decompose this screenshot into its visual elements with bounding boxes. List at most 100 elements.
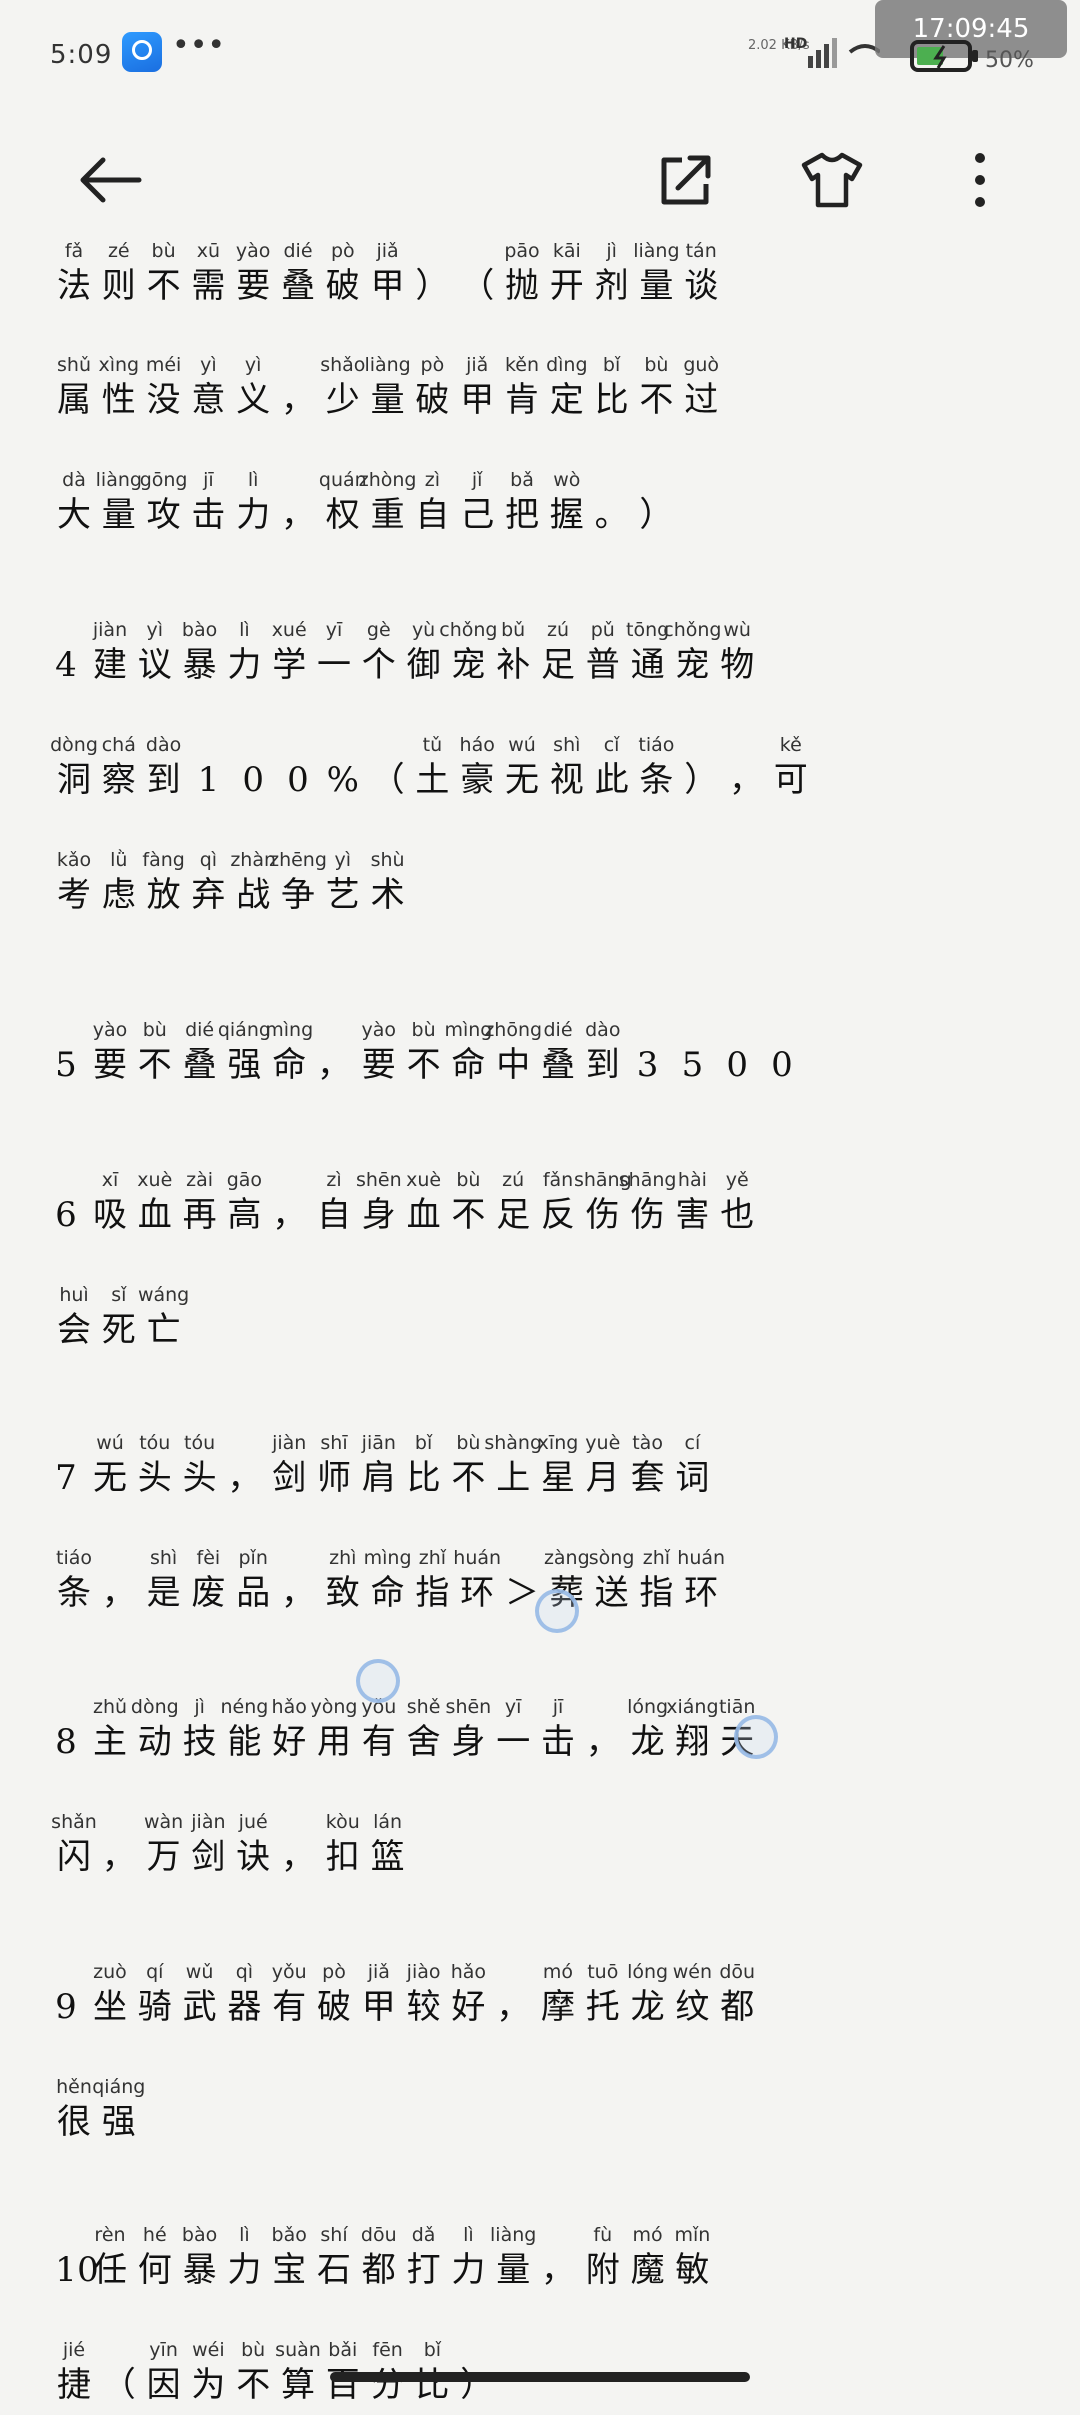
hanzi: 甲 — [361, 1987, 396, 2027]
hanzi: ， — [281, 1837, 315, 1877]
hanzi: 重 — [370, 495, 405, 535]
hanzi: 甲 — [460, 380, 495, 420]
hanzi: 1 — [197, 760, 220, 800]
hanzi: 套 — [630, 1458, 665, 1498]
hanzi: （ — [370, 760, 405, 800]
hanzi: 死 — [101, 1310, 136, 1350]
hanzi: 摩 — [541, 1987, 575, 2027]
hanzi: 坐 — [93, 1987, 127, 2027]
hanzi: 自 — [317, 1195, 351, 1235]
hanzi: 身 — [361, 1195, 396, 1235]
hanzi: 可 — [773, 760, 808, 800]
hanzi: 攻 — [146, 495, 181, 535]
hanzi: 视 — [549, 760, 584, 800]
pinyin: shù — [370, 849, 405, 871]
hanzi: 一 — [317, 645, 351, 685]
hanzi: 击 — [191, 495, 226, 535]
hanzi: 也 — [720, 1195, 755, 1235]
hanzi: 大 — [57, 495, 91, 535]
hanzi: 害 — [675, 1195, 710, 1235]
char-cell: cí 词 — [670, 1432, 714, 1502]
hanzi: 无 — [93, 1458, 127, 1498]
status-bar: 5:09 ••• 2.02 KB/s HD 17:09:45 50% — [0, 0, 1080, 110]
hanzi: 5 — [681, 1045, 704, 1085]
gesture-nav-bar[interactable] — [330, 2372, 750, 2382]
theme-button[interactable] — [782, 130, 882, 230]
hanzi: 宠 — [451, 645, 486, 685]
hanzi: 放 — [146, 875, 181, 915]
back-button[interactable] — [60, 130, 160, 230]
hanzi: 要 — [93, 1045, 127, 1085]
hanzi: 都 — [361, 2250, 396, 2290]
hanzi: 血 — [137, 1195, 172, 1235]
hanzi: 争 — [281, 875, 315, 915]
char-cell: dōu 都 — [715, 1961, 759, 2031]
hanzi: 把 — [505, 495, 539, 535]
pinyin: kě — [779, 734, 802, 756]
hanzi: 力 — [227, 645, 262, 685]
hanzi: ， — [317, 1045, 351, 1085]
text-line: kǎo 考 lǜ 虑 fàng 放 qì 弃 zhàn 战 zhēng 争 yì 艺 shù 术 — [0, 849, 1080, 925]
hanzi: 暴 — [182, 2250, 217, 2290]
battery-percent: 50% — [985, 48, 1034, 73]
hanzi: 条 — [57, 1573, 91, 1613]
hanzi: 主 — [93, 1722, 127, 1762]
hanzi: 弃 — [191, 875, 226, 915]
hanzi: 比 — [415, 2365, 450, 2405]
hanzi: ， — [585, 1722, 620, 1762]
touch-indicator — [535, 1589, 579, 1633]
hanzi: 环 — [684, 1573, 719, 1613]
hanzi: 再 — [182, 1195, 217, 1235]
hanzi: ， — [272, 1195, 307, 1235]
hanzi: 不 — [146, 266, 181, 306]
hanzi: 有 — [361, 1722, 396, 1762]
char-cell: kě 可 — [769, 734, 813, 804]
pinyin: guò — [683, 354, 720, 376]
hanzi: 中 — [496, 1045, 531, 1085]
hanzi: 谈 — [684, 266, 719, 306]
text-line: fǎ 法 zé 则 bù 不 xū 需 yào 要 dié 叠 pò 破 jiǎ 甲）（pāo 抛 kāi 开 jì 剂… — [0, 240, 1080, 316]
hanzi: 无 — [505, 760, 539, 800]
pinyin: yě — [725, 1169, 749, 1191]
hanzi: 通 — [630, 645, 665, 685]
hanzi: 不 — [451, 1195, 486, 1235]
text-line: 7 wú 无 tóu 头 tóu 头， jiàn 剑 shī 师 jiān 肩 bǐ 比 bù 不 shàng 上 x… — [0, 1432, 1080, 1508]
text-line: 8 zhǔ 主 dòng 动 jì 技 néng 能 hǎo 好 yòng 用 yǒu 有 shě 舍 shēn 身… — [0, 1696, 1080, 1772]
hanzi: 一 — [496, 1722, 531, 1762]
hanzi: 肯 — [505, 380, 539, 420]
hanzi: 龙 — [630, 1987, 665, 2027]
hanzi: 闪 — [57, 1837, 91, 1877]
hanzi: 身 — [451, 1722, 486, 1762]
hanzi: 量 — [639, 266, 674, 306]
hanzi: 动 — [137, 1722, 172, 1762]
char-cell: shù 术 — [366, 849, 410, 919]
text-line: dòng 洞 chá 察 dào 到 1 0 0% （tǔ 土 háo 豪 wú 无 shì 视 cǐ 此 tiáo 条… — [0, 734, 1080, 810]
share-button[interactable] — [636, 130, 736, 230]
hanzi: 甲 — [370, 266, 405, 306]
more-button[interactable] — [930, 130, 1030, 230]
hanzi: 命 — [370, 1573, 405, 1613]
hanzi: 足 — [496, 1195, 531, 1235]
pinyin — [740, 1019, 824, 1041]
char-cell: mǐn 敏 — [670, 2224, 714, 2294]
hanzi: 议 — [137, 645, 172, 685]
hanzi: 定 — [549, 380, 584, 420]
hanzi: 自 — [415, 495, 450, 535]
hanzi: 需 — [191, 266, 226, 306]
hanzi: 亡 — [146, 1310, 181, 1350]
char-cell: wù 物 — [715, 619, 759, 689]
hanzi: 叠 — [281, 266, 315, 306]
hanzi: 反 — [541, 1195, 575, 1235]
hanzi: 伤 — [585, 1195, 620, 1235]
text-line: shǔ 属 xìng 性 méi 没 yì 意 yì 义， shǎo 少 liàng 量 pò 破 jiǎ 甲 kě… — [0, 354, 1080, 430]
battery-icon — [910, 40, 978, 72]
hanzi: 星 — [541, 1458, 575, 1498]
hanzi: 龙 — [630, 1722, 665, 1762]
hanzi: 量 — [496, 2250, 531, 2290]
hanzi: 量 — [370, 380, 405, 420]
hanzi: 0 — [771, 1045, 793, 1085]
hanzi: 属 — [57, 380, 91, 420]
hanzi: 足 — [541, 645, 575, 685]
hanzi: 强 — [101, 2102, 136, 2142]
hanzi: 法 — [57, 266, 91, 306]
